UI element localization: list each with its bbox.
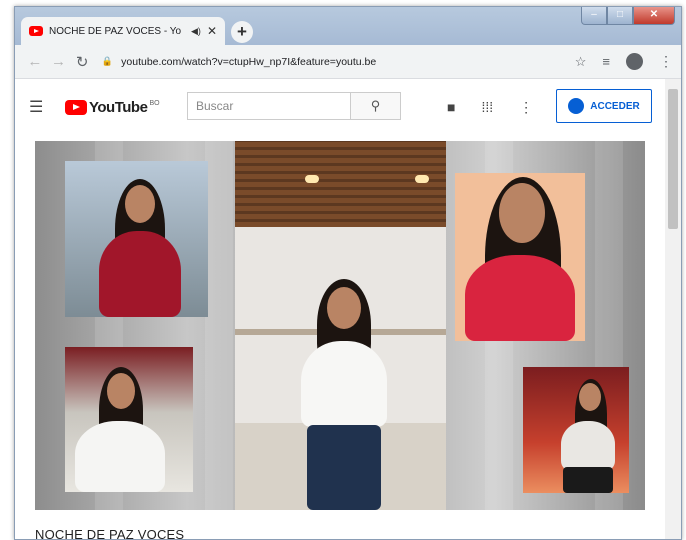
forward-button[interactable]: → [47,53,71,70]
signin-button[interactable]: ACCEDER [556,89,652,123]
country-code: BO [149,99,160,107]
cast-icon[interactable]: ≡ [602,54,610,69]
singer-head [579,383,601,411]
video-frame-top-right [455,173,585,341]
browser-menu-icon[interactable]: ⋮ [659,53,673,70]
video-frame-center [235,141,446,510]
youtube-play-icon [65,99,87,115]
video-frame-top-left [65,161,208,317]
close-window-button[interactable]: ✕ [633,7,675,25]
singer-skirt [563,467,613,493]
video-frame-bottom-left [65,347,193,492]
ceiling [235,141,446,227]
address-bar[interactable]: 🔒 youtube.com/watch?v=ctupHw_np7I&featur… [102,56,575,68]
signin-label: ACCEDER [590,100,640,112]
singer-jeans [307,425,381,510]
video-frame-bottom-right [523,367,629,493]
account-icon [568,98,585,114]
bookmark-star-icon[interactable]: ☆ [575,54,587,70]
singer-pink-top [465,255,575,341]
search-button[interactable]: ⚲ [351,92,401,120]
window-controls: – □ ✕ [581,7,675,25]
singer-white-top [75,421,165,492]
singer-white-top [561,421,615,471]
youtube-logo[interactable]: YouTube BO [65,99,160,116]
singer-head [107,373,135,409]
youtube-header: ☰ YouTube BO ⚲ ■ ⁞⁞⁞ ⋮ ACCEDER [15,79,665,135]
speaker-icon[interactable]: ◀) [191,26,201,37]
hamburger-menu-icon[interactable]: ☰ [29,97,51,117]
scrollbar-thumb[interactable] [668,89,678,229]
browser-tab[interactable]: NOCHE DE PAZ VOCES - Yo ◀) ✕ [21,17,225,45]
profile-icon[interactable] [626,53,643,70]
page-scrollbar[interactable] [665,79,681,539]
new-tab-button[interactable]: + [231,21,253,43]
settings-menu-icon[interactable]: ⋮ [519,99,533,116]
search-input[interactable] [187,92,351,120]
browser-toolbar: ← → ↻ 🔒 youtube.com/watch?v=ctupHw_np7I&… [15,45,681,79]
singer-head [125,185,155,223]
maximize-button[interactable]: □ [607,7,633,25]
video-title: NOCHE DE PAZ VOCES [35,527,185,540]
tab-title: NOCHE DE PAZ VOCES - Yo [49,25,182,37]
minimize-button[interactable]: – [581,7,607,25]
apps-grid-icon[interactable]: ⁞⁞⁞ [481,99,493,116]
youtube-wordmark: YouTube [89,98,148,116]
youtube-favicon-icon [29,26,43,36]
tab-close-icon[interactable]: ✕ [207,24,217,38]
browser-window: NOCHE DE PAZ VOCES - Yo ◀) ✕ + – □ ✕ ← →… [14,6,682,540]
background-plank [205,141,233,510]
back-button[interactable]: ← [23,53,47,70]
ceiling-light [415,175,429,183]
singer-sweater [301,341,387,427]
singer-head [499,183,545,243]
create-video-icon[interactable]: ■ [447,99,455,116]
singer-red-top [99,231,181,317]
lock-icon: 🔒 [101,56,114,66]
title-bar: NOCHE DE PAZ VOCES - Yo ◀) ✕ + – □ ✕ [15,7,681,45]
singer-head [327,287,361,329]
ceiling-light [305,175,319,183]
search-box: ⚲ [187,92,401,120]
reload-button[interactable]: ↻ [70,53,94,71]
video-player[interactable] [35,141,645,510]
url-text: youtube.com/watch?v=ctupHw_np7I&feature=… [121,55,377,68]
